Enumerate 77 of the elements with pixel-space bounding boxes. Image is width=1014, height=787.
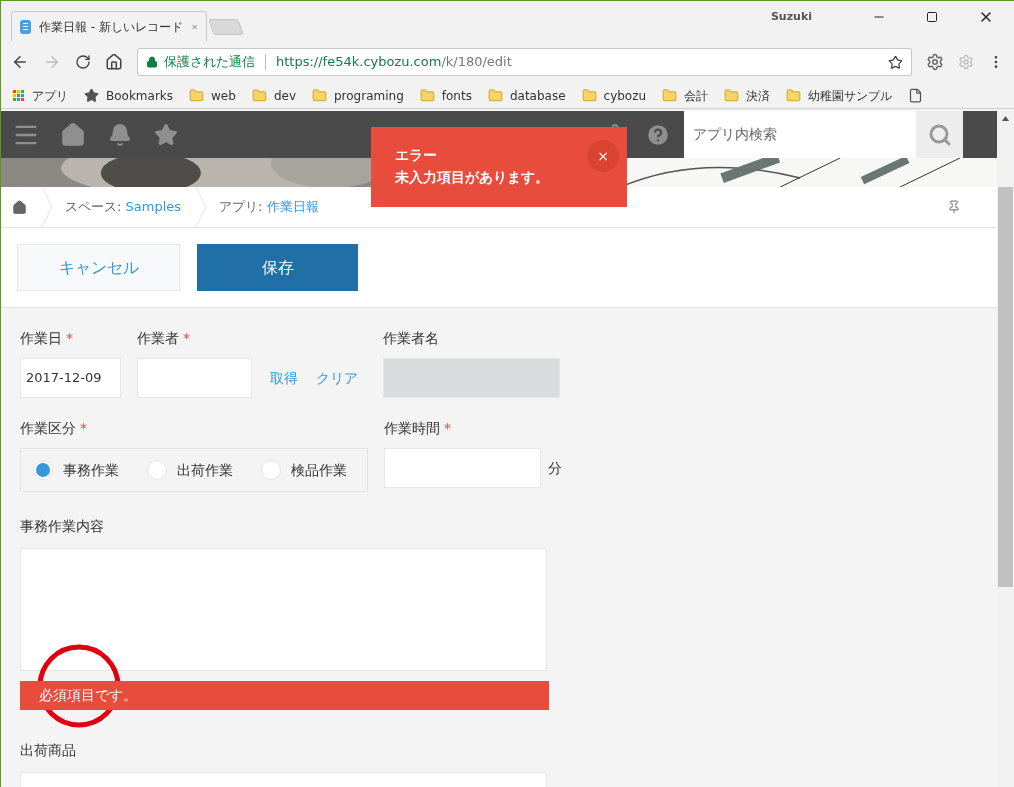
unit-label: 分	[548, 458, 562, 478]
forward-icon[interactable]	[43, 53, 61, 71]
folder-icon	[724, 88, 740, 103]
star-icon	[84, 88, 99, 103]
favorites-icon[interactable]	[154, 122, 178, 147]
save-button[interactable]: 保存	[197, 244, 358, 291]
secure-label: 保護された通信	[164, 53, 255, 72]
radio-button[interactable]	[261, 460, 281, 480]
field-label: 作業者名	[383, 328, 439, 348]
tab-favicon-icon	[20, 19, 31, 34]
folder-icon	[487, 88, 503, 103]
bookmark[interactable]: アプリ	[32, 86, 68, 105]
toast-message: 未入力項目があります。	[395, 168, 550, 187]
extension-gear-icon[interactable]	[926, 53, 944, 71]
home-icon[interactable]	[12, 199, 27, 215]
radio-button[interactable]	[33, 460, 53, 480]
breadcrumb-label: スペース:	[65, 198, 123, 217]
date-field[interactable]: 2017-12-09	[20, 358, 121, 398]
reload-icon[interactable]	[75, 54, 91, 70]
field-label: 作業時間	[384, 418, 440, 438]
field-label: 作業者	[137, 328, 179, 348]
time-field[interactable]	[384, 448, 541, 488]
profile-name: Suzuki	[770, 8, 812, 25]
tab-title: 作業日報 - 新しいレコード	[38, 18, 183, 36]
required-mark: *	[80, 418, 87, 438]
radio-label: 出荷作業	[177, 460, 233, 480]
folder-icon	[312, 88, 327, 103]
radio-button[interactable]	[147, 460, 167, 480]
scrollbar-thumb[interactable]	[998, 187, 1013, 587]
radio-label: 検品作業	[291, 460, 347, 480]
folder-icon	[419, 88, 435, 103]
url-text: https://fe54k.cybozu.com/k/180/edit	[276, 53, 513, 72]
search-button[interactable]	[916, 111, 963, 158]
close-button[interactable]: ×	[587, 140, 619, 172]
breadcrumb-label: アプリ:	[219, 198, 264, 217]
extension-icon[interactable]	[958, 54, 974, 70]
bookmark[interactable]: web	[211, 86, 236, 105]
folder-icon	[786, 88, 802, 103]
apps-icon	[13, 89, 25, 102]
folder-icon	[581, 88, 597, 103]
bookmark[interactable]: fonts	[441, 86, 472, 105]
required-mark: *	[444, 418, 451, 438]
folder-icon	[251, 88, 267, 103]
page-icon	[908, 88, 924, 103]
bookmark[interactable]: 決済	[746, 86, 771, 105]
bookmark[interactable]: Bookmarks	[106, 86, 174, 105]
folder-icon	[189, 88, 205, 103]
required-mark: *	[66, 328, 73, 348]
bookmark[interactable]: programing	[334, 86, 404, 105]
pin-icon[interactable]	[947, 200, 961, 214]
bookmark[interactable]: cybozu	[603, 86, 647, 105]
user-field[interactable]	[137, 358, 252, 398]
bookmark[interactable]: 幼稚園サンプル	[808, 86, 893, 105]
home-icon[interactable]	[105, 53, 123, 71]
toast-title: エラー	[395, 146, 438, 165]
field-label: 事務作業内容	[20, 516, 104, 536]
lock-icon	[146, 56, 158, 68]
bookmark[interactable]: 会計	[684, 86, 709, 105]
maximize-icon[interactable]	[926, 11, 938, 23]
search-icon	[927, 122, 952, 147]
address-bar[interactable]: 保護された通信 https://fe54k.cybozu.com/k/180/edit	[137, 48, 912, 76]
error-message: 必須項目です。	[20, 681, 549, 710]
radio-label: 事務作業	[63, 460, 119, 480]
scroll-up-icon[interactable]	[1002, 116, 1009, 121]
field-label: 作業区分	[20, 418, 76, 438]
bookmark[interactable]: database	[509, 86, 566, 105]
bookmark[interactable]: dev	[273, 86, 296, 105]
notification-icon[interactable]	[108, 122, 132, 147]
required-mark: *	[183, 328, 190, 348]
folder-icon	[662, 88, 678, 103]
field-label: 作業日	[20, 328, 62, 348]
browser-tab[interactable]: 作業日報 - 新しいレコード	[11, 11, 207, 41]
field-label: 出荷商品	[20, 740, 76, 760]
new-tab-button[interactable]	[208, 19, 244, 35]
back-icon[interactable]	[11, 53, 29, 71]
bookmark-star-icon[interactable]	[888, 54, 903, 70]
search-field[interactable]: アプリ内検索	[684, 111, 916, 158]
